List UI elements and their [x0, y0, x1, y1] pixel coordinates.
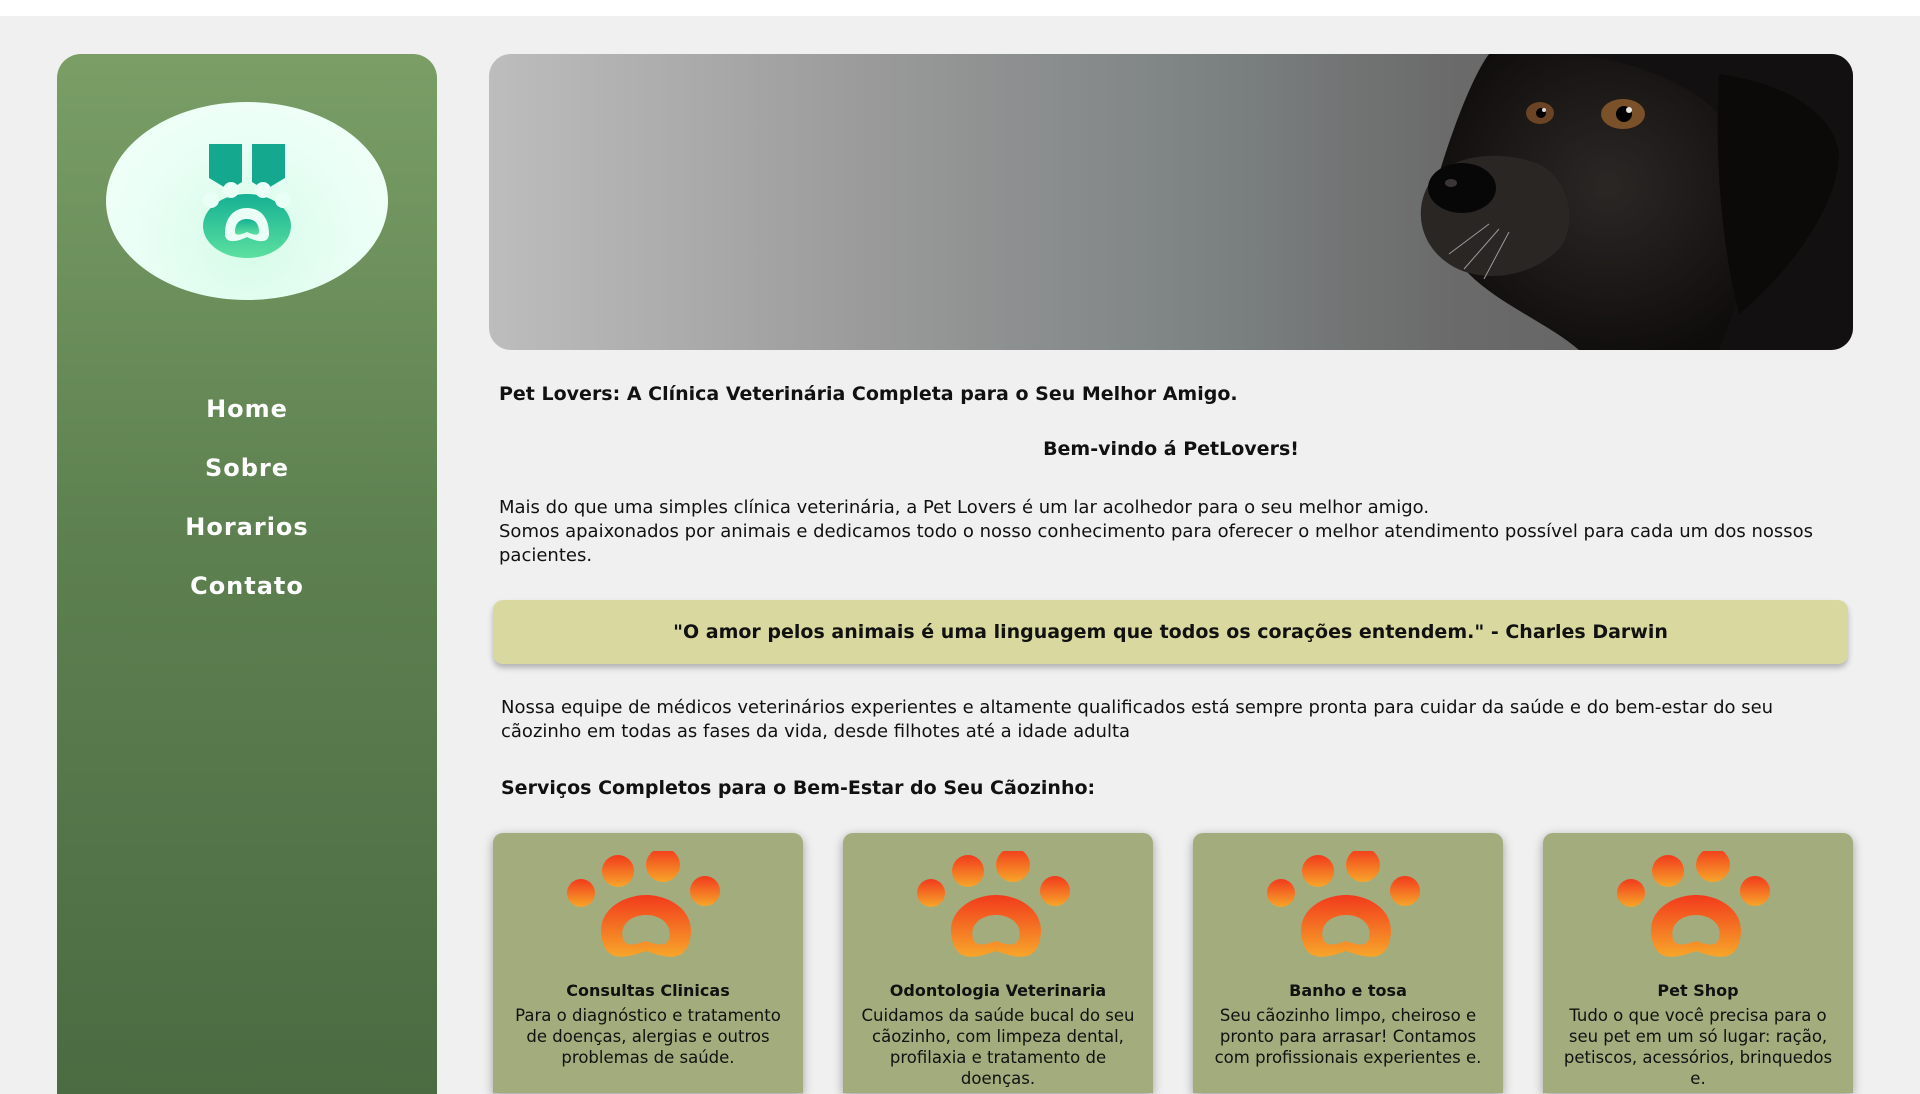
- sidebar: Home Sobre Horarios Contato: [57, 54, 437, 1094]
- nav-horarios[interactable]: Horarios: [57, 498, 437, 557]
- service-title: Pet Shop: [1657, 981, 1739, 1000]
- service-description: Seu cãozinho limpo, cheiroso e pronto pa…: [1214, 1006, 1482, 1067]
- service-title: Consultas Clinicas: [566, 981, 730, 1000]
- page-headline: Pet Lovers: A Clínica Veterinária Comple…: [499, 383, 1238, 405]
- service-card-consultas[interactable]: Consultas Clinicas Para o diagnóstico e …: [493, 833, 803, 1093]
- service-description: Para o diagnóstico e tratamento de doenç…: [515, 1006, 781, 1067]
- service-description: Tudo o que você precisa para o seu pet e…: [1563, 1006, 1833, 1088]
- services-title: Serviços Completos para o Bem-Estar do S…: [501, 777, 1096, 799]
- main-nav: Home Sobre Horarios Contato: [57, 380, 437, 616]
- intro-line-1: Mais do que uma simples clínica veteriná…: [499, 497, 1430, 518]
- nav-sobre[interactable]: Sobre: [57, 439, 437, 498]
- intro-text: Mais do que uma simples clínica veteriná…: [499, 496, 1839, 568]
- dog-illustration: [1420, 54, 1853, 350]
- nav-home[interactable]: Home: [57, 380, 437, 439]
- paw-icon: [1267, 851, 1420, 957]
- service-card-pet-shop[interactable]: Pet Shop Tudo o que você precisa para o …: [1543, 833, 1853, 1093]
- quote-box: "O amor pelos animais é uma linguagem qu…: [493, 600, 1848, 664]
- paw-icon: [567, 851, 720, 957]
- welcome-heading: Bem-vindo á PetLovers!: [1043, 438, 1299, 460]
- paw-icon: [1617, 851, 1770, 957]
- nav-contato[interactable]: Contato: [57, 557, 437, 616]
- service-card-odontologia[interactable]: Odontologia Veterinaria Cuidamos da saúd…: [843, 833, 1153, 1093]
- intro-line-2: Somos apaixonados por animais e dedicamo…: [499, 521, 1814, 566]
- browser-top-strip: [0, 0, 1920, 16]
- service-title: Banho e tosa: [1289, 981, 1407, 1000]
- hero-banner: [489, 54, 1853, 350]
- paw-medal-icon: [203, 144, 291, 258]
- service-description: Cuidamos da saúde bucal do seu cãozinho,…: [861, 1006, 1135, 1088]
- team-text: Nossa equipe de médicos veterinários exp…: [501, 697, 1774, 742]
- paw-icon: [917, 851, 1070, 957]
- logo-badge[interactable]: [106, 102, 388, 300]
- quote-text: "O amor pelos animais é uma linguagem qu…: [673, 621, 1668, 643]
- service-title: Odontologia Veterinaria: [889, 981, 1107, 1000]
- service-card-banho-tosa[interactable]: Banho e tosa Seu cãozinho limpo, cheiros…: [1193, 833, 1503, 1093]
